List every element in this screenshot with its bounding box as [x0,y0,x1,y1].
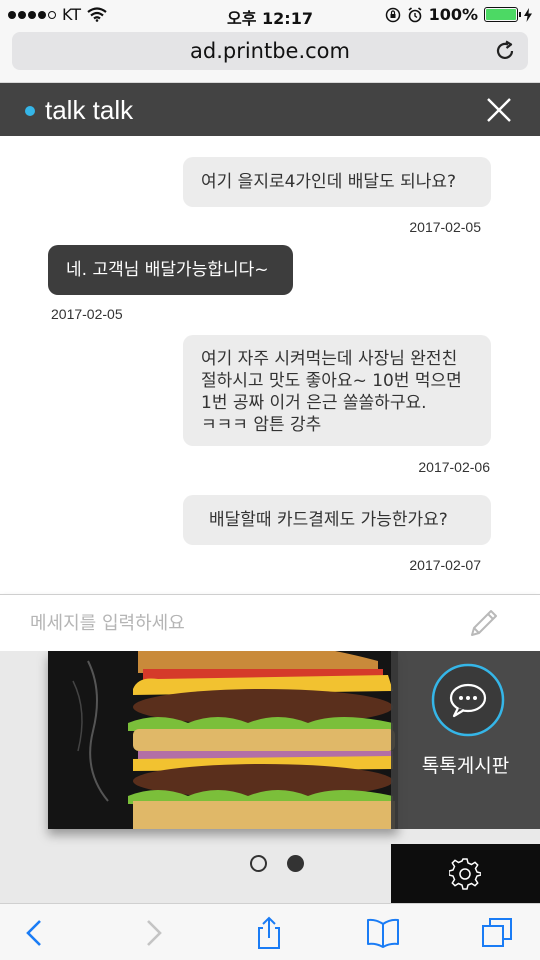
background-page: 톡톡게시판 [0,651,540,903]
message-bubble: 여기 을지로4가인데 배달도 되나요? [183,157,491,207]
share-icon[interactable] [252,916,286,950]
bookmarks-icon[interactable] [366,916,400,950]
settings-panel[interactable] [391,844,540,903]
talk-board-panel[interactable]: 톡톡게시판 [391,651,540,829]
forward-icon[interactable] [136,916,170,950]
url-text: ad.printbe.com [190,39,350,63]
rotation-lock-icon [385,7,400,22]
carousel-dot[interactable] [250,855,267,872]
message-bubble: 여기 자주 시켜먹는데 사장님 완전친 절하시고 맛도 좋아요~ 10번 먹으면… [183,335,491,446]
message-date: 2017-02-05 [51,306,123,322]
battery-percent: 100% [428,5,478,24]
burger-illustration [72,651,395,829]
board-label: 톡톡게시판 [421,755,510,777]
message-date: 2017-02-06 [418,459,490,475]
battery-icon [484,7,521,22]
tabs-icon[interactable] [480,916,514,950]
pencil-icon[interactable] [468,607,500,639]
message-input-bar [0,594,540,651]
close-icon[interactable] [486,97,512,123]
message-text: 1번 공짜 이거 은근 쏠쏠하구요. [201,393,427,413]
message-text: 절하시고 맛도 좋아요~ 10번 먹으면 [201,371,462,391]
url-field[interactable]: ad.printbe.com [12,32,528,70]
battery-fill [486,9,516,20]
message-text: 여기 자주 시켜먹는데 사장님 완전친 [201,349,458,369]
message-text: 배달할때 카드결제도 가능한가요? [209,510,448,530]
chat-messages: 여기 을지로4가인데 배달도 되나요? 2017-02-05 네. 고객님 배달… [0,136,540,594]
browser-toolbar [0,903,540,960]
gear-icon[interactable] [449,858,481,890]
chat-bubble-icon[interactable] [431,663,505,737]
message-text: ㅋㅋㅋ 암튼 강추 [201,415,322,435]
reload-icon[interactable] [494,40,516,62]
message-bubble: 배달할때 카드결제도 가능한가요? [183,495,491,545]
message-text: 여기 을지로4가인데 배달도 되나요? [201,172,457,192]
message-input[interactable] [30,605,450,641]
alarm-icon [408,6,422,22]
status-bar: KT 오후 12:17 100% [0,0,540,28]
charging-icon [524,7,532,22]
chat-title: talk talk [45,95,134,125]
online-dot-icon [25,106,35,116]
carousel-dot-active[interactable] [287,855,304,872]
burger-banner-image[interactable] [48,651,398,829]
chat-header: talk talk [0,83,540,136]
message-bubble: 네. 고객님 배달가능합니다~ [48,245,293,295]
browser-address-bar: ad.printbe.com [0,28,540,83]
message-date: 2017-02-07 [409,557,481,573]
back-icon[interactable] [18,916,52,950]
message-text: 네. 고객님 배달가능합니다~ [66,260,269,280]
carousel-indicator [250,855,304,872]
message-date: 2017-02-05 [409,219,481,235]
status-indicators: 100% [385,5,532,24]
